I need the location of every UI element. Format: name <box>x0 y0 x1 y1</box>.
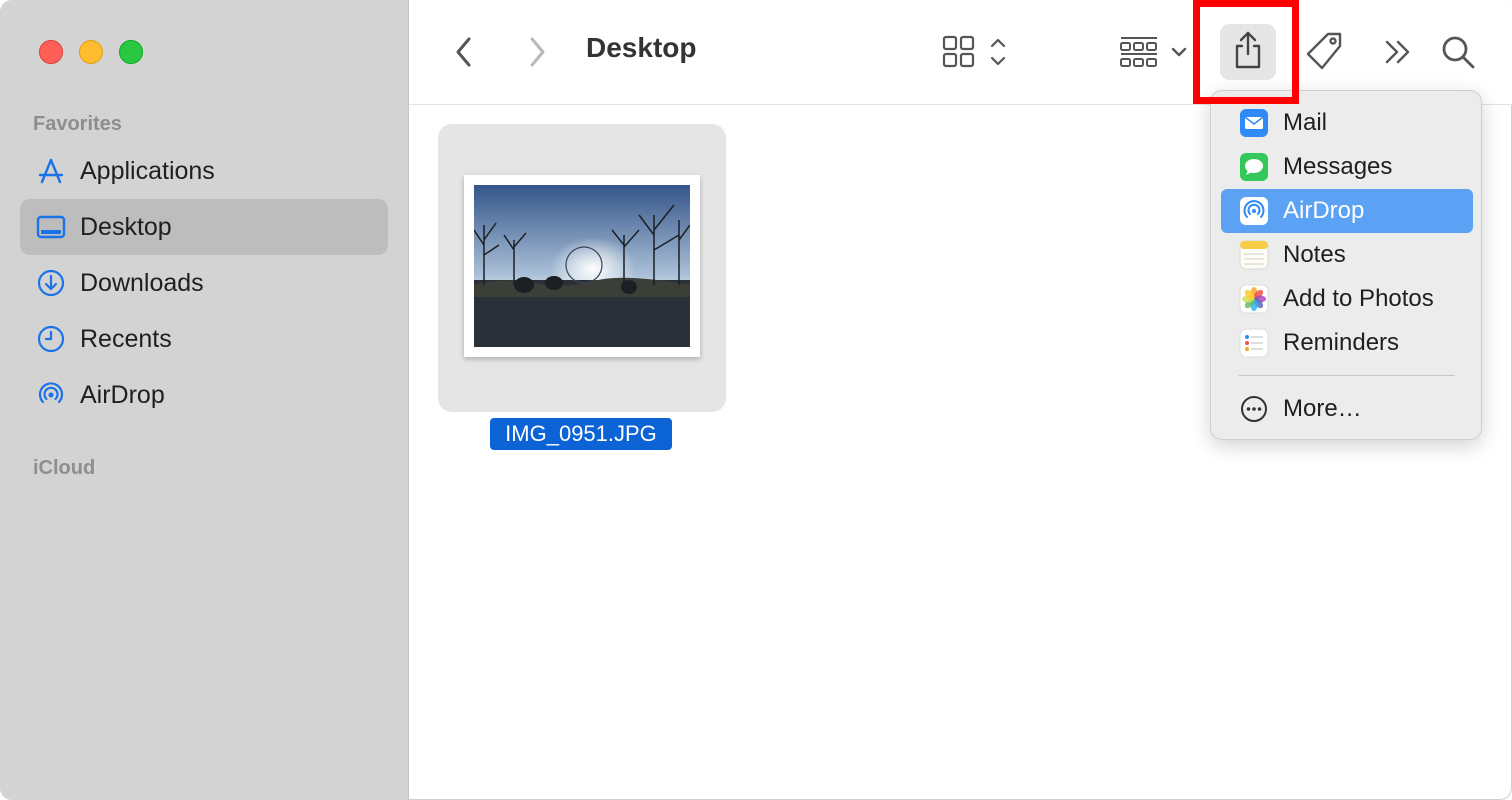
airdrop-icon <box>1239 196 1269 226</box>
photo-thumbnail-image <box>474 185 690 347</box>
share-menu-item-label: Notes <box>1283 241 1346 268</box>
share-menu-item-add-to-photos[interactable]: Add to Photos <box>1221 277 1473 321</box>
more-icon <box>1239 394 1269 424</box>
notes-icon <box>1239 240 1269 270</box>
sidebar: Favorites Applications Desktop Downloads… <box>0 0 409 800</box>
icloud-section-label: iCloud <box>33 457 96 479</box>
share-menu-item-label: Mail <box>1283 109 1328 136</box>
share-menu-item-airdrop[interactable]: AirDrop <box>1221 189 1473 233</box>
airdrop-icon <box>36 380 66 410</box>
share-menu: Mail Messages AirDrop Notes Add to Photo… <box>1210 90 1482 440</box>
share-menu-item-reminders[interactable]: Reminders <box>1221 321 1473 365</box>
share-menu-item-mail[interactable]: Mail <box>1221 101 1473 145</box>
sidebar-item-applications[interactable]: Applications <box>20 143 388 199</box>
recents-icon <box>36 324 66 354</box>
grid-view-icon[interactable] <box>941 32 1015 72</box>
sidebar-item-recents[interactable]: Recents <box>20 311 388 367</box>
sidebar-item-label: AirDrop <box>80 380 165 409</box>
close-window-button[interactable] <box>39 40 63 64</box>
chevrons-right-icon[interactable] <box>1381 34 1415 70</box>
back-icon[interactable] <box>449 32 479 72</box>
share-menu-item-more[interactable]: More… <box>1221 387 1473 431</box>
photos-icon <box>1239 284 1269 314</box>
mail-icon <box>1239 108 1269 138</box>
group-icon[interactable] <box>1118 32 1192 72</box>
file-name-label[interactable]: IMG_0951.JPG <box>490 418 672 450</box>
search-icon[interactable] <box>1439 32 1477 72</box>
sidebar-item-desktop[interactable]: Desktop <box>20 199 388 255</box>
sidebar-item-downloads[interactable]: Downloads <box>20 255 388 311</box>
file-thumbnail <box>464 175 700 357</box>
menu-separator <box>1239 375 1455 376</box>
sidebar-item-airdrop[interactable]: AirDrop <box>20 367 388 423</box>
share-menu-item-label: Add to Photos <box>1283 285 1434 312</box>
share-menu-item-messages[interactable]: Messages <box>1221 145 1473 189</box>
desktop-icon <box>36 212 66 242</box>
minimize-window-button[interactable] <box>79 40 103 64</box>
sidebar-item-label: Desktop <box>80 212 172 241</box>
applications-icon <box>36 156 66 186</box>
forward-icon[interactable] <box>522 32 552 72</box>
favorites-section-label: Favorites <box>33 113 122 135</box>
share-menu-item-label: Reminders <box>1283 329 1400 356</box>
share-menu-item-label: AirDrop <box>1283 197 1365 224</box>
share-menu-item-label: Messages <box>1283 153 1393 180</box>
reminders-icon <box>1239 328 1269 358</box>
finder-window: Favorites Applications Desktop Downloads… <box>0 0 1512 800</box>
downloads-icon <box>36 268 66 298</box>
annotation-highlight-box <box>1193 0 1299 104</box>
messages-icon <box>1239 152 1269 182</box>
zoom-window-button[interactable] <box>119 40 143 64</box>
window-title: Desktop <box>586 32 697 63</box>
file-item[interactable] <box>438 124 726 412</box>
tag-icon[interactable] <box>1304 30 1346 74</box>
share-menu-item-label: More… <box>1283 395 1362 422</box>
sidebar-item-label: Recents <box>80 324 172 353</box>
sidebar-item-label: Applications <box>80 156 215 185</box>
sidebar-item-label: Downloads <box>80 268 204 297</box>
share-menu-item-notes[interactable]: Notes <box>1221 233 1473 277</box>
